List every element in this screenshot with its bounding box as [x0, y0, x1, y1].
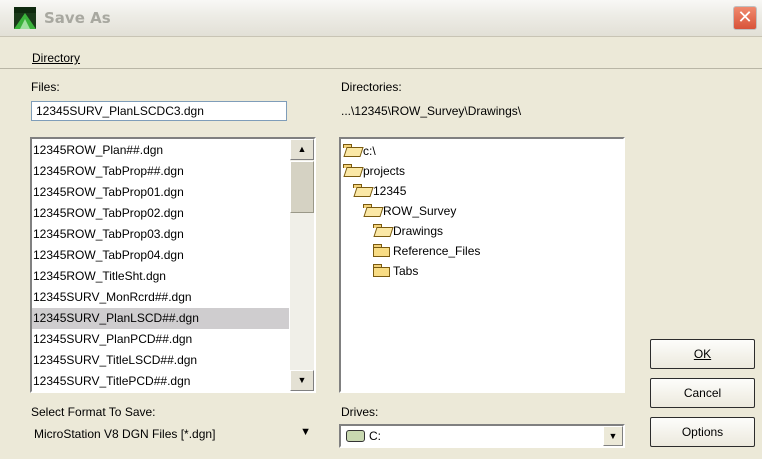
directory-item-label: 12345	[373, 184, 407, 198]
folder-open-icon	[343, 144, 360, 157]
format-value: MicroStation V8 DGN Files [*.dgn]	[34, 427, 216, 441]
cancel-button[interactable]: Cancel	[650, 378, 755, 408]
drive-value: C:	[369, 429, 381, 443]
file-list-item[interactable]: 12345ROW_TabProp01.dgn	[32, 182, 289, 203]
format-label: Select Format To Save:	[31, 405, 156, 419]
directories-tree[interactable]: c:\ projects 12345 ROW_Survey Drawings Refere…	[339, 137, 625, 393]
file-list-item[interactable]: 12345SURV_TitleLSCD##.dgn	[32, 350, 289, 371]
file-list-item[interactable]: 12345SURV_TitlePCD##.dgn	[32, 371, 289, 391]
file-list-item[interactable]: 12345SURV_PlanPCD##.dgn	[32, 329, 289, 350]
dropdown-arrow-icon[interactable]: ▼	[603, 426, 623, 446]
directory-item-label: ROW_Survey	[383, 204, 457, 218]
close-icon: ✕	[737, 7, 753, 28]
drive-icon	[346, 430, 365, 442]
file-list-item[interactable]: 12345SURV_PlanLSCD##.dgn	[32, 308, 289, 329]
directory-item[interactable]: 12345	[353, 181, 406, 201]
title-bar[interactable]: Save As ✕	[0, 0, 762, 37]
drives-label: Drives:	[341, 405, 379, 419]
file-list-item[interactable]: 12345ROW_TabProp03.dgn	[32, 224, 289, 245]
folder-icon	[373, 244, 390, 257]
folder-open-icon	[353, 184, 370, 197]
file-list-item[interactable]: 12345SURV_MonRcrd##.dgn	[32, 287, 289, 308]
directory-item-label: Tabs	[393, 264, 419, 278]
directory-item[interactable]: Tabs	[373, 261, 418, 281]
directories-label: Directories:	[341, 80, 402, 94]
close-button[interactable]: ✕	[733, 6, 757, 30]
window-title: Save As	[44, 9, 111, 27]
files-input[interactable]: 12345SURV_PlanLSCDC3.dgn	[31, 101, 287, 121]
directory-item-label: c:\	[363, 144, 376, 158]
scroll-up-button[interactable]: ▲	[290, 139, 314, 160]
folder-open-icon	[363, 204, 380, 217]
files-items: 12345ROW_Plan##.dgn 12345ROW_TabProp##.dg…	[32, 140, 289, 391]
menu-bar: Directory	[0, 50, 762, 69]
directory-item-label: Reference_Files	[393, 244, 481, 258]
scroll-up-icon: ▲	[297, 144, 307, 154]
directory-item[interactable]: Drawings	[373, 221, 443, 241]
files-listbox[interactable]: 12345ROW_Plan##.dgn 12345ROW_TabProp##.dg…	[30, 137, 316, 393]
files-scrollbar[interactable]: ▲ ▼	[290, 139, 314, 391]
folder-open-icon	[373, 224, 390, 237]
options-button[interactable]: Options	[650, 417, 755, 447]
ok-button[interactable]: OK	[650, 339, 755, 369]
format-select[interactable]: MicroStation V8 DGN Files [*.dgn] ▼	[30, 424, 314, 448]
dropdown-arrow-icon: ▼	[300, 426, 311, 438]
cancel-button-label: Cancel	[683, 386, 722, 400]
current-path: ...\12345\ROW_Survey\Drawings\	[341, 104, 522, 118]
scroll-down-icon: ▼	[297, 375, 307, 385]
directory-item[interactable]: ROW_Survey	[363, 201, 456, 221]
ok-button-label: OK	[693, 347, 712, 361]
scroll-down-button[interactable]: ▼	[290, 370, 314, 391]
folder-icon	[373, 264, 390, 277]
file-list-item[interactable]: 12345ROW_TabProp04.dgn	[32, 245, 289, 266]
file-list-item[interactable]: 12345ROW_TabProp02.dgn	[32, 203, 289, 224]
files-label: Files:	[31, 80, 60, 94]
directory-item[interactable]: c:\	[343, 141, 376, 161]
directory-item[interactable]: Reference_Files	[373, 241, 480, 261]
file-list-item[interactable]: 12345ROW_Plan##.dgn	[32, 140, 289, 161]
drives-select[interactable]: C: ▼	[339, 424, 625, 448]
menu-directory-label: Directory	[32, 51, 81, 65]
menu-directory[interactable]: Directory	[32, 51, 80, 65]
microstation-icon	[14, 7, 36, 29]
folder-open-icon	[343, 164, 360, 177]
options-button-label: Options	[681, 425, 724, 439]
file-list-item[interactable]: 12345ROW_TabProp##.dgn	[32, 161, 289, 182]
scroll-thumb[interactable]	[290, 161, 314, 213]
directory-item-label: Drawings	[393, 224, 444, 238]
directory-item-label: projects	[363, 164, 406, 178]
file-list-item[interactable]: 12345ROW_TitleSht.dgn	[32, 266, 289, 287]
directory-item[interactable]: projects	[343, 161, 405, 181]
